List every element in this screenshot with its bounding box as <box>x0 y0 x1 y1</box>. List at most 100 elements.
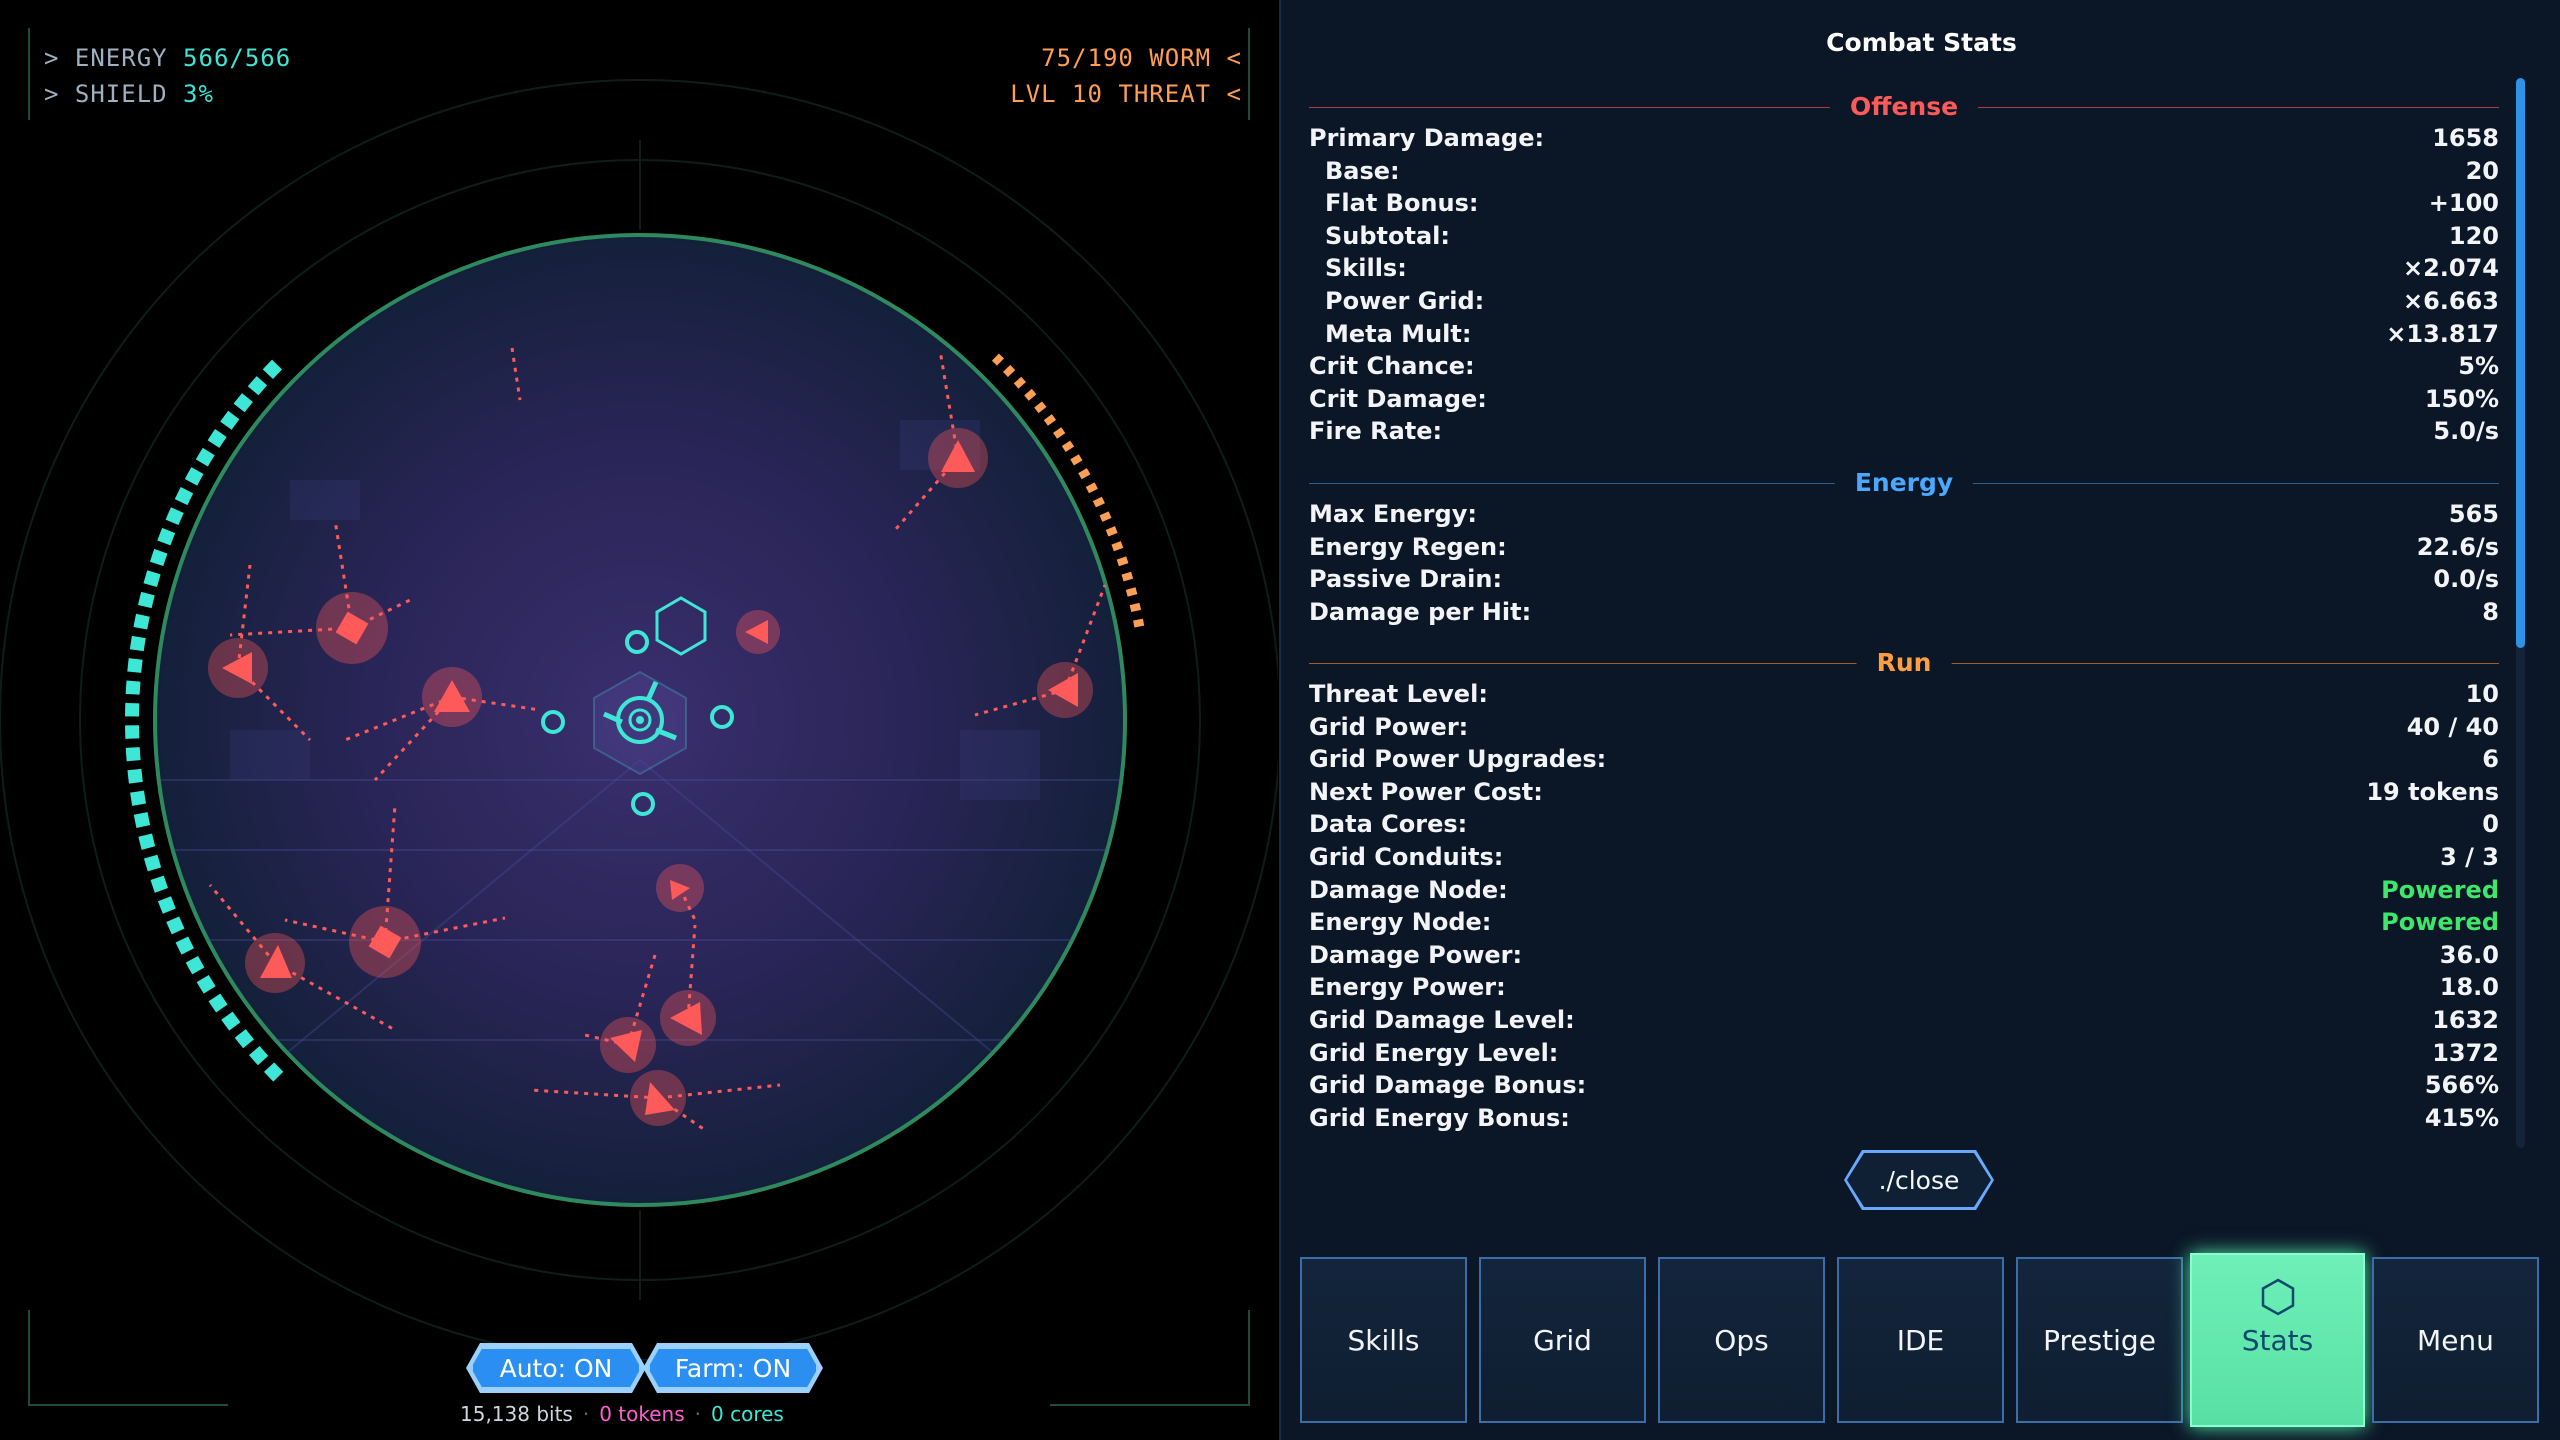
stat-label: Passive Drain: <box>1309 565 1503 594</box>
section-label: Run <box>1856 648 1952 677</box>
nav-prestige-label: Prestige <box>2043 1323 2156 1357</box>
stat-value: 5% <box>2458 352 2499 381</box>
arena-canvas[interactable] <box>0 0 1278 1440</box>
shield-segment <box>127 658 143 673</box>
stat-value: 565 <box>2448 500 2499 528</box>
close-button[interactable]: ./close <box>1847 1153 1991 1207</box>
stat-value: ×6.663 <box>2402 287 2499 315</box>
nav-skills-button[interactable]: Skills <box>1300 1257 1467 1423</box>
stat-value: 1632 <box>2432 1006 2499 1034</box>
stat-value: 8 <box>2482 597 2499 626</box>
shield-segment <box>150 875 169 893</box>
shield-segment <box>125 680 141 695</box>
stat-label: Energy Node: <box>1309 908 1492 937</box>
stat-label: Threat Level: <box>1309 680 1488 708</box>
auto-toggle-button[interactable]: Auto: ON <box>471 1347 641 1389</box>
stat-value: 0 <box>2482 810 2499 839</box>
wave-segment <box>1003 364 1016 377</box>
farm-toggle-button[interactable]: Farm: ON <box>648 1347 818 1389</box>
stat-label: Base: <box>1325 156 1400 185</box>
shield-segment <box>248 1046 269 1066</box>
stat-row: Grid Power: 40 / 40 <box>1309 713 2499 745</box>
stats-scrollbar-thumb[interactable] <box>2516 78 2525 648</box>
hud-wave-value: 75/190 <box>1041 44 1134 72</box>
shield-segment <box>125 747 141 762</box>
stat-row: Energy Node: Powered <box>1309 908 2499 940</box>
stat-value: 566% <box>2424 1071 2499 1100</box>
bits-count: 15,138 bits <box>460 1402 573 1426</box>
wave-segment <box>991 353 1005 366</box>
stat-label: Crit Damage: <box>1309 384 1487 413</box>
wave-segment <box>1024 388 1037 401</box>
nav-skills-label: Skills <box>1347 1323 1420 1357</box>
currency-bar: 15,138 bits · 0 tokens · 0 cores <box>460 1402 784 1426</box>
shield-segment <box>133 613 150 630</box>
nav-stats-button[interactable]: Stats <box>2190 1253 2365 1427</box>
stat-label: Power Grid: <box>1325 287 1485 315</box>
enemy-diamond <box>316 592 388 664</box>
nav-ops-button[interactable]: Ops <box>1658 1257 1825 1423</box>
section-label: Energy <box>1834 468 1974 497</box>
hud-energy-label: > ENERGY <box>44 44 168 72</box>
stat-value: 10 <box>2465 680 2499 708</box>
stat-row: Grid Conduits: 3 / 3 <box>1309 843 2499 875</box>
enemy-triangle <box>660 990 716 1046</box>
hud-threat-label: THREAT < <box>1118 80 1242 108</box>
stat-label: Max Energy: <box>1309 500 1477 528</box>
stat-label: Data Cores: <box>1309 810 1468 839</box>
stats-scroll-area[interactable]: Offense Primary Damage: 1658 Base: 20 Flat Bo… <box>1279 0 2560 1150</box>
wave-segment <box>1061 440 1075 452</box>
shield-segment <box>233 393 253 413</box>
wave-segment <box>1013 376 1026 389</box>
wave-segment <box>1133 618 1145 628</box>
nav-prestige-button[interactable]: Prestige <box>2016 1257 2183 1423</box>
hud-shield-value: 3% <box>183 80 214 108</box>
nav-ide-button[interactable]: IDE <box>1837 1257 2004 1423</box>
stat-value: 19 tokens <box>2366 777 2499 806</box>
stat-row: Next Power Cost: 19 tokens <box>1309 778 2499 810</box>
enemy-triangle <box>736 610 780 654</box>
stat-label: Energy Regen: <box>1309 532 1507 561</box>
stat-label: Grid Damage Bonus: <box>1309 1071 1587 1100</box>
stat-label: Primary Damage: <box>1309 124 1545 152</box>
section-header-offense: Offense <box>1309 92 2499 122</box>
enemy-triangle <box>1037 662 1093 718</box>
enemy-triangle <box>630 1070 686 1126</box>
stat-value: 5.0/s <box>2433 417 2499 446</box>
stat-value: 1372 <box>2432 1038 2499 1067</box>
shield-segment <box>129 635 146 652</box>
shield-segment <box>234 1029 254 1049</box>
shield-segment <box>143 854 162 872</box>
hud-shield-label: > SHIELD <box>44 80 168 108</box>
stat-row: Grid Power Upgrades: 6 <box>1309 745 2499 777</box>
shield-segment <box>195 447 215 467</box>
game-view[interactable]: > ENERGY 566/566 > SHIELD 3% 75/190 WORM… <box>0 0 1278 1440</box>
tokens-count: 0 tokens <box>599 1402 685 1426</box>
section-header-run: Run <box>1309 648 2499 678</box>
enemy-triangle <box>422 667 482 727</box>
wave-segment <box>1105 526 1118 537</box>
stat-row: Fire Rate: 5.0/s <box>1309 417 2499 449</box>
wave-segment <box>1092 496 1105 508</box>
hud-energy-value: 566/566 <box>183 44 292 72</box>
hud-wave: 75/190 WORM < <box>1041 44 1242 72</box>
shield-segment <box>166 916 185 935</box>
stat-label: Fire Rate: <box>1309 417 1443 446</box>
wave-segment <box>1078 468 1091 480</box>
stat-value: 1658 <box>2432 124 2499 152</box>
stat-row: Energy Power: 18.0 <box>1309 973 2499 1005</box>
shield-segment <box>196 975 216 994</box>
wave-segment <box>1099 511 1112 522</box>
shield-segment <box>137 591 155 609</box>
nav-grid-button[interactable]: Grid <box>1479 1257 1646 1423</box>
stat-row: Max Energy: 565 <box>1309 500 2499 532</box>
wave-segment <box>1085 482 1098 494</box>
stat-row: Power Grid: ×6.663 <box>1309 287 2499 319</box>
shield-segment <box>220 410 240 430</box>
nav-menu-label: Menu <box>2417 1323 2494 1357</box>
shield-segment <box>185 955 205 975</box>
shield-segment <box>262 359 283 379</box>
stat-label: Skills: <box>1325 254 1407 283</box>
nav-menu-button[interactable]: Menu <box>2372 1257 2539 1423</box>
stat-row: Flat Bonus: +100 <box>1309 189 2499 221</box>
